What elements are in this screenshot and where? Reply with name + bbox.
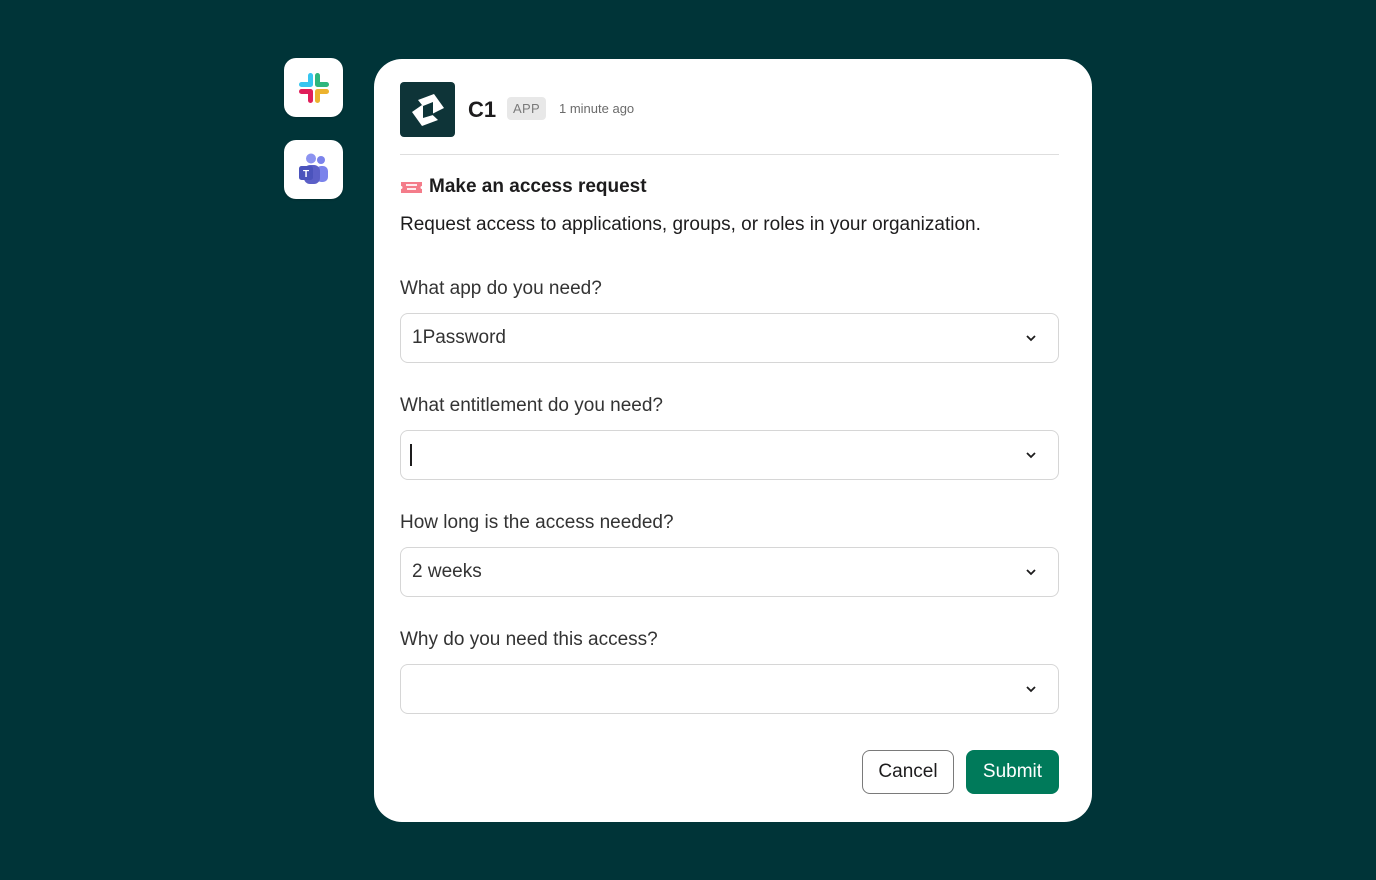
- cancel-button[interactable]: Cancel: [862, 750, 954, 794]
- message-timestamp: 1 minute ago: [559, 101, 635, 116]
- header-divider: [400, 154, 1059, 155]
- chevron-down-icon: [1025, 449, 1037, 461]
- app-field-label: What app do you need?: [400, 278, 602, 299]
- entitlement-field-label: What entitlement do you need?: [400, 395, 664, 416]
- teams-icon: T: [298, 153, 328, 184]
- slack-icon: [298, 72, 329, 103]
- ticket-icon: [400, 180, 423, 195]
- chevron-down-icon: [1025, 332, 1037, 344]
- chevron-down-icon: [1025, 566, 1037, 578]
- submit-button[interactable]: Submit: [966, 750, 1059, 794]
- access-request-card: C1 APP 1 minute ago Make an access reque…: [374, 59, 1092, 822]
- slack-app-tile[interactable]: [284, 58, 343, 117]
- teams-app-tile[interactable]: T: [284, 140, 343, 199]
- app-badge: APP: [507, 97, 546, 120]
- chevron-down-icon: [1025, 683, 1037, 695]
- reason-select[interactable]: [400, 664, 1059, 714]
- duration-select[interactable]: 2 weeks: [400, 547, 1059, 597]
- request-title: Make an access request: [400, 176, 647, 198]
- app-select[interactable]: 1Password: [400, 313, 1059, 363]
- c1-logo-icon: [411, 93, 444, 126]
- app-name: C1: [468, 97, 497, 122]
- request-description: Request access to applications, groups, …: [400, 214, 981, 235]
- text-cursor: [410, 444, 412, 466]
- entitlement-select[interactable]: [400, 430, 1059, 480]
- svg-text:T: T: [302, 169, 308, 180]
- duration-field-label: How long is the access needed?: [400, 512, 674, 533]
- c1-logo: [400, 82, 455, 137]
- reason-field-label: Why do you need this access?: [400, 629, 658, 650]
- app-select-value: 1Password: [412, 327, 506, 348]
- duration-select-value: 2 weeks: [412, 561, 482, 582]
- request-title-text: Make an access request: [429, 176, 647, 197]
